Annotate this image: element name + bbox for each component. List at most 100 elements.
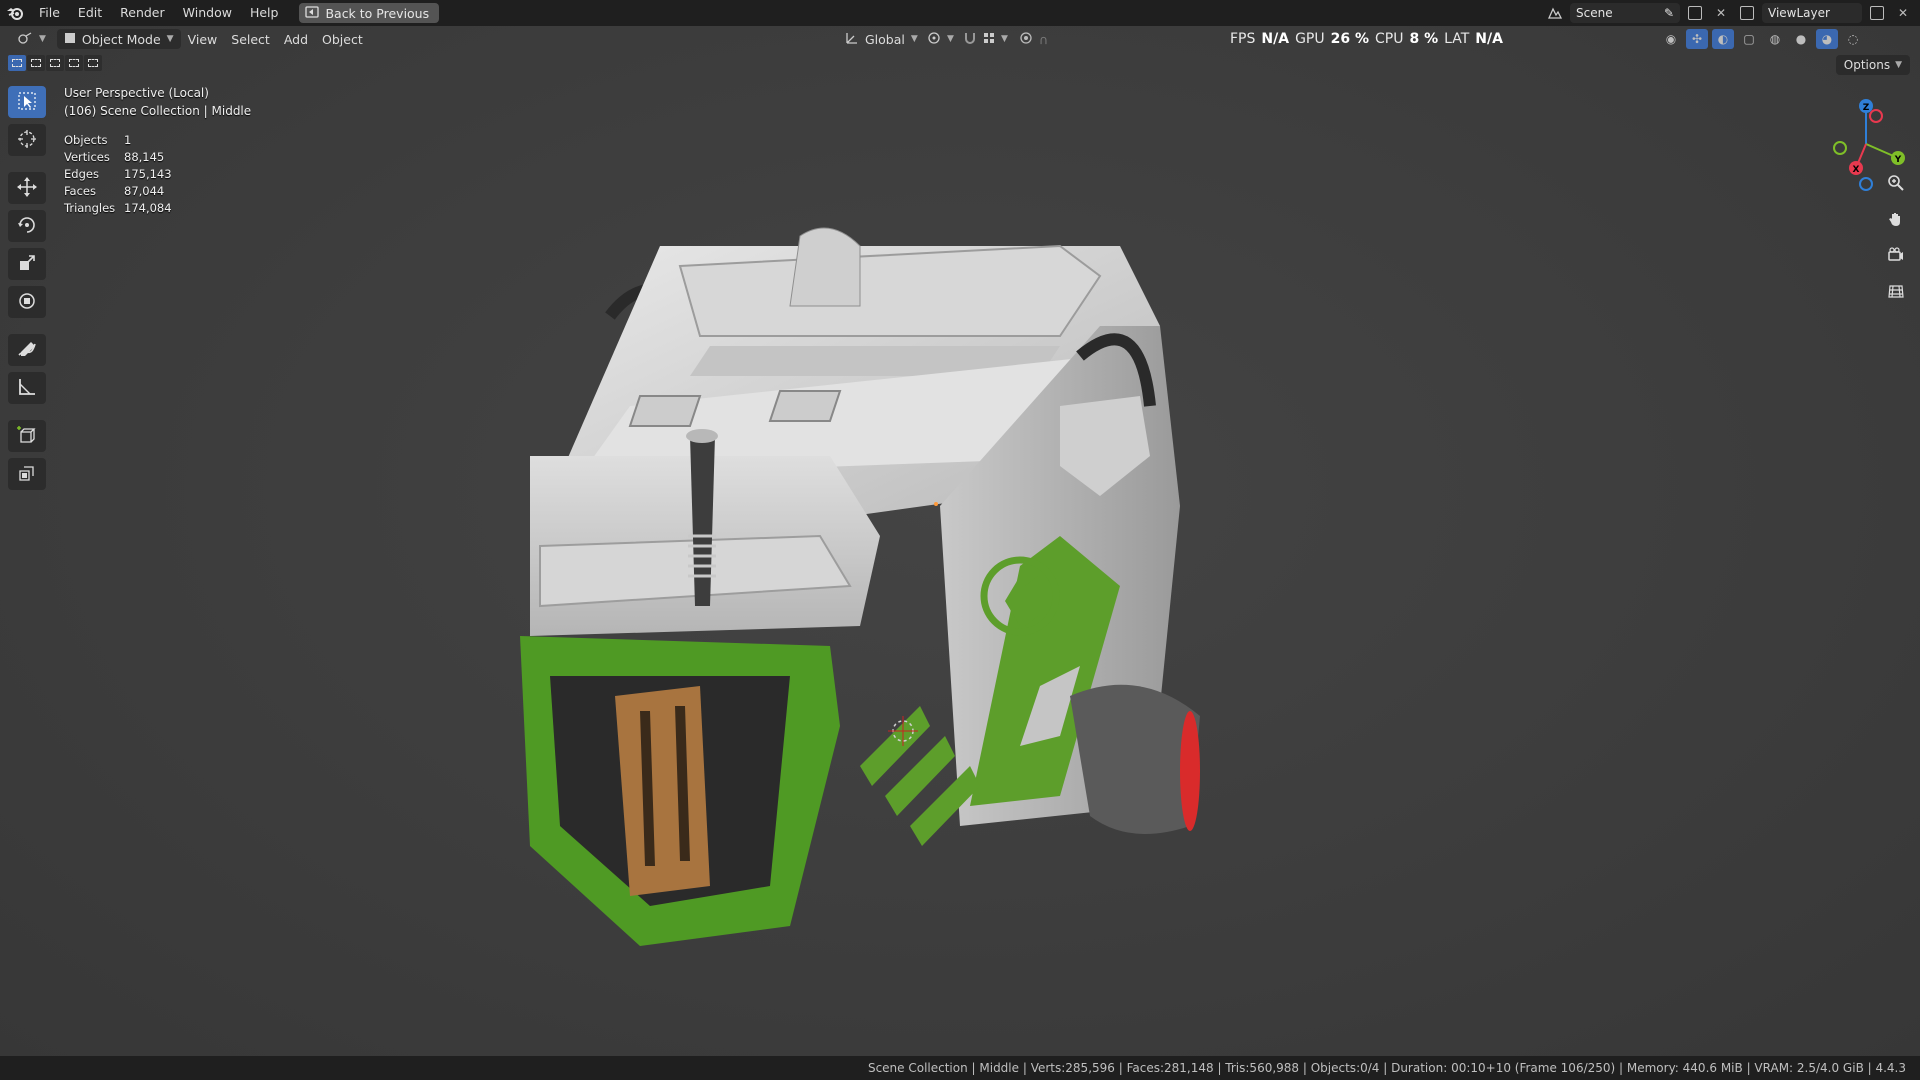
transform-icon <box>16 290 38 315</box>
navigation-buttons <box>1882 170 1910 304</box>
pivot-point-dropdown[interactable]: ▼ <box>920 29 961 49</box>
tool-shelf <box>8 86 46 490</box>
menu-add[interactable]: Add <box>277 29 315 49</box>
select-subtract-icon[interactable] <box>46 55 64 71</box>
back-icon <box>305 5 320 21</box>
orientation-label: Global <box>865 31 905 47</box>
stat-row: Vertices 88,145 <box>64 150 165 164</box>
select-new-icon[interactable] <box>8 55 26 71</box>
magnet-icon <box>963 31 977 48</box>
gizmo-neg-x[interactable] <box>1869 109 1883 123</box>
overlays-toggle-icon[interactable]: ◐ <box>1712 29 1734 49</box>
extrude-tool[interactable] <box>8 458 46 490</box>
add-cube-tool[interactable] <box>8 420 46 452</box>
scene-selector[interactable]: Scene ✎ <box>1570 3 1680 23</box>
stat-row: Triangles 174,084 <box>64 201 172 215</box>
rendered-shading-icon[interactable]: ◌ <box>1842 29 1864 49</box>
performance-stats: FPS N/A GPU 26 % CPU 8 % LAT N/A <box>1230 26 1503 52</box>
cursor-icon <box>16 128 38 153</box>
back-to-previous-label: Back to Previous <box>325 5 430 21</box>
annotate-tool[interactable] <box>8 334 46 366</box>
fps-value: N/A <box>1261 31 1290 47</box>
annotate-icon <box>16 338 38 363</box>
delete-scene-icon[interactable]: ✕ <box>1710 3 1732 23</box>
rotate-tool[interactable] <box>8 210 46 242</box>
options-label: Options <box>1843 58 1891 72</box>
mode-dropdown[interactable]: Object Mode ▼ <box>56 29 181 49</box>
menu-render[interactable]: Render <box>111 0 174 26</box>
move-icon <box>16 176 38 201</box>
visibility-icon[interactable]: ◉ <box>1660 29 1682 49</box>
menu-object[interactable]: Object <box>315 29 370 49</box>
chevron-down-icon: ▼ <box>947 34 954 44</box>
gizmo-y-label: Y <box>1894 155 1902 165</box>
menu-view[interactable]: View <box>181 29 225 49</box>
editor-type-button[interactable]: ▼ <box>10 29 53 49</box>
blender-logo-icon[interactable] <box>0 0 30 26</box>
chevron-down-icon: ▼ <box>1895 60 1902 70</box>
3d-model-mesh[interactable] <box>500 206 1200 986</box>
gizmo-z-label: Z <box>1863 103 1870 113</box>
stat-row: Faces 87,044 <box>64 184 165 198</box>
zoom-icon[interactable] <box>1882 170 1910 196</box>
measure-tool[interactable] <box>8 372 46 404</box>
new-view-layer-icon[interactable] <box>1866 3 1888 23</box>
new-scene-icon[interactable] <box>1684 3 1706 23</box>
gizmo-neg-z[interactable] <box>1859 177 1873 191</box>
options-dropdown[interactable]: Options ▼ <box>1835 55 1910 75</box>
select-box-icon <box>16 90 38 115</box>
menu-edit[interactable]: Edit <box>69 0 111 26</box>
menu-file[interactable]: File <box>30 0 69 26</box>
material-shading-icon[interactable]: ◕ <box>1816 29 1838 49</box>
pivot-icon <box>927 31 941 48</box>
lat-value: N/A <box>1475 31 1503 47</box>
wireframe-shading-icon[interactable]: ◍ <box>1764 29 1786 49</box>
view-layer-name: ViewLayer <box>1768 6 1830 20</box>
cursor-tool[interactable] <box>8 124 46 156</box>
editor-type-icon <box>17 31 33 48</box>
menu-select[interactable]: Select <box>224 29 277 49</box>
gpu-value: 26 % <box>1330 31 1369 47</box>
select-box-tool[interactable] <box>8 86 46 118</box>
object-mode-icon <box>64 32 76 47</box>
solid-shading-icon[interactable]: ● <box>1790 29 1812 49</box>
gizmo-neg-y[interactable] <box>1833 141 1847 155</box>
mode-label: Object Mode <box>81 31 161 47</box>
gpu-label: GPU <box>1295 31 1325 47</box>
pin-icon[interactable]: ✎ <box>1664 6 1674 20</box>
select-intersect-icon[interactable] <box>84 55 102 71</box>
3d-viewport[interactable]: ▼ Object Mode ▼ View Select Add Object G… <box>0 26 1920 1056</box>
transform-orientation-dropdown[interactable]: Global ▼ <box>838 29 925 49</box>
hand-icon[interactable] <box>1882 206 1910 232</box>
stat-row: Objects 1 <box>64 133 132 147</box>
lat-label: LAT <box>1444 31 1470 47</box>
scale-tool[interactable] <box>8 248 46 280</box>
add-cube-icon <box>16 424 38 449</box>
scale-icon <box>16 252 38 277</box>
viewport-header: ▼ Object Mode ▼ View Select Add Object G… <box>0 26 1920 52</box>
status-text: Scene Collection | Middle | Verts:285,59… <box>867 1061 1906 1075</box>
grid-icon[interactable] <box>1882 278 1910 304</box>
chevron-down-icon: ▼ <box>39 34 46 44</box>
viewport-shading-controls: ◉ ✣ ◐ ▢ ◍ ● ◕ ◌ <box>1660 29 1864 49</box>
transform-tool[interactable] <box>8 286 46 318</box>
gizmo-toggle-icon[interactable]: ✣ <box>1686 29 1708 49</box>
snap-toggle[interactable]: ▼ <box>956 29 1015 49</box>
camera-icon[interactable] <box>1882 242 1910 268</box>
menu-help[interactable]: Help <box>241 0 288 26</box>
select-extend-icon[interactable] <box>27 55 45 71</box>
xray-toggle-icon[interactable]: ▢ <box>1738 29 1760 49</box>
top-right-controls: Scene ✎ ✕ ViewLayer ✕ <box>1544 0 1920 26</box>
move-tool[interactable] <box>8 172 46 204</box>
chevron-down-icon: ▼ <box>1001 34 1008 44</box>
menu-window[interactable]: Window <box>174 0 241 26</box>
view-layer-selector[interactable]: ViewLayer <box>1762 3 1862 23</box>
back-to-previous-button[interactable]: Back to Previous <box>299 3 440 23</box>
cpu-label: CPU <box>1375 31 1404 47</box>
delete-view-layer-icon[interactable]: ✕ <box>1892 3 1914 23</box>
view-layer-type-icon[interactable] <box>1736 3 1758 23</box>
scene-type-icon[interactable] <box>1544 3 1566 23</box>
proportional-editing-toggle[interactable]: ∩ <box>1012 29 1055 49</box>
select-invert-icon[interactable] <box>65 55 83 71</box>
chevron-down-icon: ▼ <box>166 34 174 44</box>
